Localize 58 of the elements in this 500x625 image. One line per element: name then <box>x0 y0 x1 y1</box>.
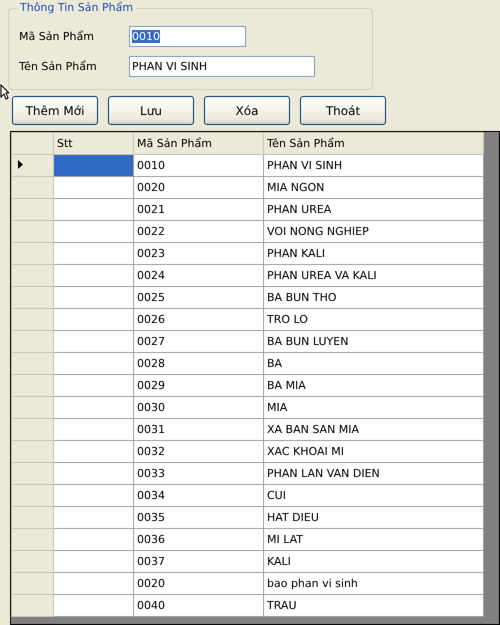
table-cell: HAT DIEU <box>264 506 484 528</box>
field-label: Tên Sản Phẩm <box>19 60 98 72</box>
table-cell: 0020 <box>134 176 264 198</box>
input-field[interactable]: PHAN VI SINH <box>129 56 315 76</box>
table-cell: PHAN UREA <box>264 198 484 220</box>
table-cell: PHAN LAN VAN DIEN <box>264 462 484 484</box>
column-header[interactable]: Mã Sản Phẩm <box>134 132 264 154</box>
input-field[interactable]: 0010 <box>129 26 246 46</box>
action-button[interactable]: Xóa <box>204 96 290 125</box>
action-button[interactable]: Thoát <box>300 96 386 125</box>
table-cell: 0035 <box>134 506 264 528</box>
table-cell: XAC KHOAI MI <box>264 440 484 462</box>
table-cell: 0027 <box>134 330 264 352</box>
row-header-corner <box>12 132 54 154</box>
table-cell: TRAU <box>264 594 484 616</box>
table-cell: 0024 <box>134 264 264 286</box>
table-cell: BA MIA <box>264 374 484 396</box>
table-cell: 0029 <box>134 374 264 396</box>
table-cell: BA <box>264 352 484 374</box>
table-cell: 0032 <box>134 440 264 462</box>
table-cell: 0025 <box>134 286 264 308</box>
table-cell: PHAN UREA VA KALI <box>264 264 484 286</box>
current-row-icon <box>18 160 23 169</box>
table-cell: PHAN KALI <box>264 242 484 264</box>
table-cell: 0033 <box>134 462 264 484</box>
table-cell: 0023 <box>134 242 264 264</box>
table-cell: 0030 <box>134 396 264 418</box>
table-cell: TRO LO <box>264 308 484 330</box>
table-cell: 0037 <box>134 550 264 572</box>
action-button[interactable]: Thêm Mới <box>12 96 98 125</box>
table-cell: 0021 <box>134 198 264 220</box>
table-cell: VOI NONG NGHIEP <box>264 220 484 242</box>
table-cell: 0010 <box>134 154 264 176</box>
action-button[interactable]: Lưu <box>108 96 194 125</box>
cursor-icon <box>0 84 9 100</box>
table-cell: KALI <box>264 550 484 572</box>
column-header[interactable]: Tên Sản Phẩm <box>264 132 484 154</box>
table-cell: MIA <box>264 396 484 418</box>
table-cell: BA BUN LUYEN <box>264 330 484 352</box>
table-cell: 0040 <box>134 594 264 616</box>
table-cell: 0020 <box>134 572 264 594</box>
row-header[interactable] <box>12 154 54 176</box>
table-cell: 0031 <box>134 418 264 440</box>
table-cell: 0036 <box>134 528 264 550</box>
table-cell: BA BUN THO <box>264 286 484 308</box>
table-cell: MIA NGON <box>264 176 484 198</box>
table-cell: bao phan vi sinh <box>264 572 484 594</box>
table-cell: 0034 <box>134 484 264 506</box>
table-cell: PHAN VI SINH <box>264 154 484 176</box>
group-title: Thông Tin Sản Phẩm <box>17 1 136 14</box>
table-cell: XA BAN SAN MIA <box>264 418 484 440</box>
field-label: Mã Sản Phẩm <box>19 30 95 42</box>
column-header[interactable]: Stt <box>54 132 134 154</box>
table-cell: CUI <box>264 484 484 506</box>
table-cell: 0028 <box>134 352 264 374</box>
table-cell: 0022 <box>134 220 264 242</box>
table-cell: 0026 <box>134 308 264 330</box>
table-cell: MI LAT <box>264 528 484 550</box>
